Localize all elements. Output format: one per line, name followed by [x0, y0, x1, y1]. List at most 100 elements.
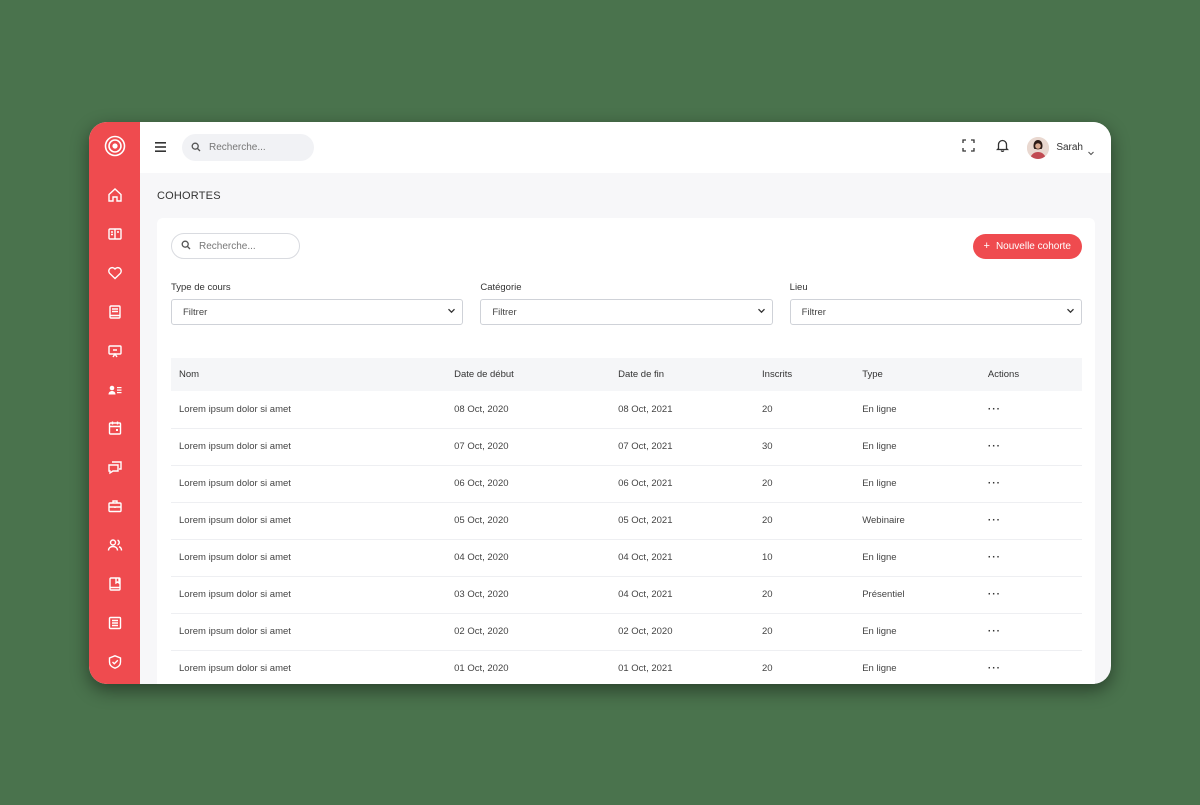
cell-date-debut: 07 Oct, 2020 [446, 428, 611, 466]
top-search-input[interactable] [209, 142, 304, 153]
cell-actions: ··· [979, 428, 1082, 466]
cell-date-debut: 04 Oct, 2020 [446, 539, 611, 577]
more-actions-icon[interactable]: ··· [988, 552, 1001, 563]
bookmark-book-icon [107, 576, 123, 597]
cohort-search-box [171, 233, 300, 259]
menu-toggle-button[interactable] [152, 140, 168, 156]
sidebar-item-home[interactable] [89, 178, 140, 217]
column-header-nom[interactable]: Nom [171, 358, 446, 391]
sidebar-item-presentations[interactable] [89, 334, 140, 373]
more-actions-icon[interactable]: ··· [988, 589, 1001, 600]
location-select[interactable]: Filtrer [789, 299, 1082, 325]
main-area: Sarah COHORTES + Nouvelle cohorte [140, 122, 1111, 684]
app-window: Sarah COHORTES + Nouvelle cohorte [89, 122, 1111, 684]
column-header-date-debut[interactable]: Date de début [446, 358, 610, 391]
table-row[interactable]: Lorem ipsum dolor si amet 04 Oct, 2020 04 … [171, 539, 1082, 577]
cohorts-card: + Nouvelle cohorte Type de cours Filtrer… [157, 218, 1095, 684]
column-header-inscrits[interactable]: Inscrits [754, 358, 854, 391]
filter-category: Catégorie Filtrer [480, 282, 773, 325]
book-icon [107, 304, 123, 325]
column-header-type[interactable]: Type [854, 358, 980, 391]
table-row[interactable]: Lorem ipsum dolor si amet 08 Oct, 2020 08 … [171, 391, 1082, 429]
cell-date-debut: 06 Oct, 2020 [446, 465, 611, 503]
cell-type: En ligne [854, 465, 980, 503]
sidebar-item-reports[interactable] [89, 606, 140, 645]
cell-type: En ligne [854, 428, 980, 466]
cell-actions: ··· [979, 391, 1082, 429]
cell-inscrits: 10 [754, 539, 855, 577]
cell-date-fin: 05 Oct, 2021 [610, 502, 755, 540]
notifications-button[interactable] [993, 139, 1011, 157]
search-icon [191, 139, 201, 157]
table-header-row: Nom Date de début Date de fin Inscrits T… [171, 358, 1082, 391]
cohort-search-input[interactable] [199, 240, 294, 252]
heart-icon [107, 265, 123, 286]
sidebar-item-jobs[interactable] [89, 489, 140, 528]
sidebar-item-favorites[interactable] [89, 256, 140, 295]
more-actions-icon[interactable]: ··· [988, 626, 1001, 637]
sidebar-item-library[interactable] [89, 295, 140, 334]
table-row[interactable]: Lorem ipsum dolor si amet 07 Oct, 2020 07 … [171, 428, 1082, 466]
page-title: COHORTES [157, 190, 221, 202]
filter-label: Lieu [789, 282, 808, 293]
table-row[interactable]: Lorem ipsum dolor si amet 06 Oct, 2020 06 … [171, 465, 1082, 503]
home-icon [107, 187, 123, 208]
topbar: Sarah [140, 122, 1111, 173]
chevron-down-icon [1066, 306, 1075, 318]
sidebar-item-contacts[interactable] [89, 373, 140, 412]
book-open-icon [107, 226, 123, 247]
table-row[interactable]: Lorem ipsum dolor si amet 05 Oct, 2020 05 … [171, 502, 1082, 540]
more-actions-icon[interactable]: ··· [988, 515, 1001, 526]
user-menu[interactable]: Sarah [1027, 136, 1095, 159]
more-actions-icon[interactable]: ··· [988, 663, 1001, 674]
fullscreen-icon [962, 138, 975, 157]
new-cohort-button[interactable]: + Nouvelle cohorte [972, 233, 1082, 259]
select-value: Filtrer [801, 306, 826, 318]
cell-date-debut: 01 Oct, 2020 [446, 650, 611, 684]
card-toolbar: + Nouvelle cohorte [171, 233, 1082, 259]
hamburger-icon [154, 139, 166, 157]
cell-type: En ligne [854, 613, 980, 651]
users-icon [107, 537, 123, 558]
cell-date-debut: 05 Oct, 2020 [446, 502, 611, 540]
filters-row: Type de cours Filtrer Catégorie Filtrer [171, 282, 1082, 325]
table-row[interactable]: Lorem ipsum dolor si amet 02 Oct, 2020 02 … [171, 613, 1082, 651]
avatar [1027, 136, 1050, 159]
cell-date-fin: 07 Oct, 2021 [610, 428, 755, 466]
cell-nom: Lorem ipsum dolor si amet [171, 613, 447, 651]
more-actions-icon[interactable]: ··· [988, 404, 1001, 415]
sidebar-item-security[interactable] [89, 645, 140, 684]
shield-check-icon [107, 654, 123, 675]
more-actions-icon[interactable]: ··· [988, 441, 1001, 452]
content-area: COHORTES + Nouvelle cohorte Type de cour… [140, 173, 1111, 684]
filter-label: Type de cours [171, 282, 231, 293]
plus-icon: + [983, 240, 990, 252]
more-actions-icon[interactable]: ··· [988, 478, 1001, 489]
table-row[interactable]: Lorem ipsum dolor si amet 01 Oct, 2020 01 … [171, 650, 1082, 684]
category-select[interactable]: Filtrer [480, 299, 773, 325]
table-row[interactable]: Lorem ipsum dolor si amet 03 Oct, 2020 04 … [171, 576, 1082, 614]
cell-actions: ··· [979, 465, 1082, 503]
filter-location: Lieu Filtrer [789, 282, 1082, 325]
presentation-icon [107, 343, 123, 364]
sidebar-item-calendar[interactable] [89, 411, 140, 450]
calendar-icon [107, 420, 123, 441]
column-header-date-fin[interactable]: Date de fin [610, 358, 754, 391]
cell-inscrits: 20 [754, 502, 855, 540]
cell-inscrits: 20 [754, 613, 855, 651]
logo-icon[interactable] [103, 134, 127, 158]
sidebar-item-users[interactable] [89, 528, 140, 567]
sidebar-item-courses[interactable] [89, 217, 140, 256]
cell-inscrits: 20 [754, 465, 855, 503]
cell-date-fin: 02 Oct, 2020 [610, 613, 755, 651]
select-value: Filtrer [492, 306, 517, 318]
course-type-select[interactable]: Filtrer [171, 299, 464, 325]
sidebar-item-resources[interactable] [89, 567, 140, 606]
new-cohort-label: Nouvelle cohorte [995, 240, 1071, 252]
sidebar-item-messages[interactable] [89, 450, 140, 489]
cohorts-table: Nom Date de début Date de fin Inscrits T… [171, 358, 1082, 684]
chevron-down-icon [447, 306, 456, 318]
cell-date-fin: 06 Oct, 2021 [610, 465, 755, 503]
cell-type: En ligne [854, 391, 980, 429]
fullscreen-button[interactable] [959, 138, 977, 157]
